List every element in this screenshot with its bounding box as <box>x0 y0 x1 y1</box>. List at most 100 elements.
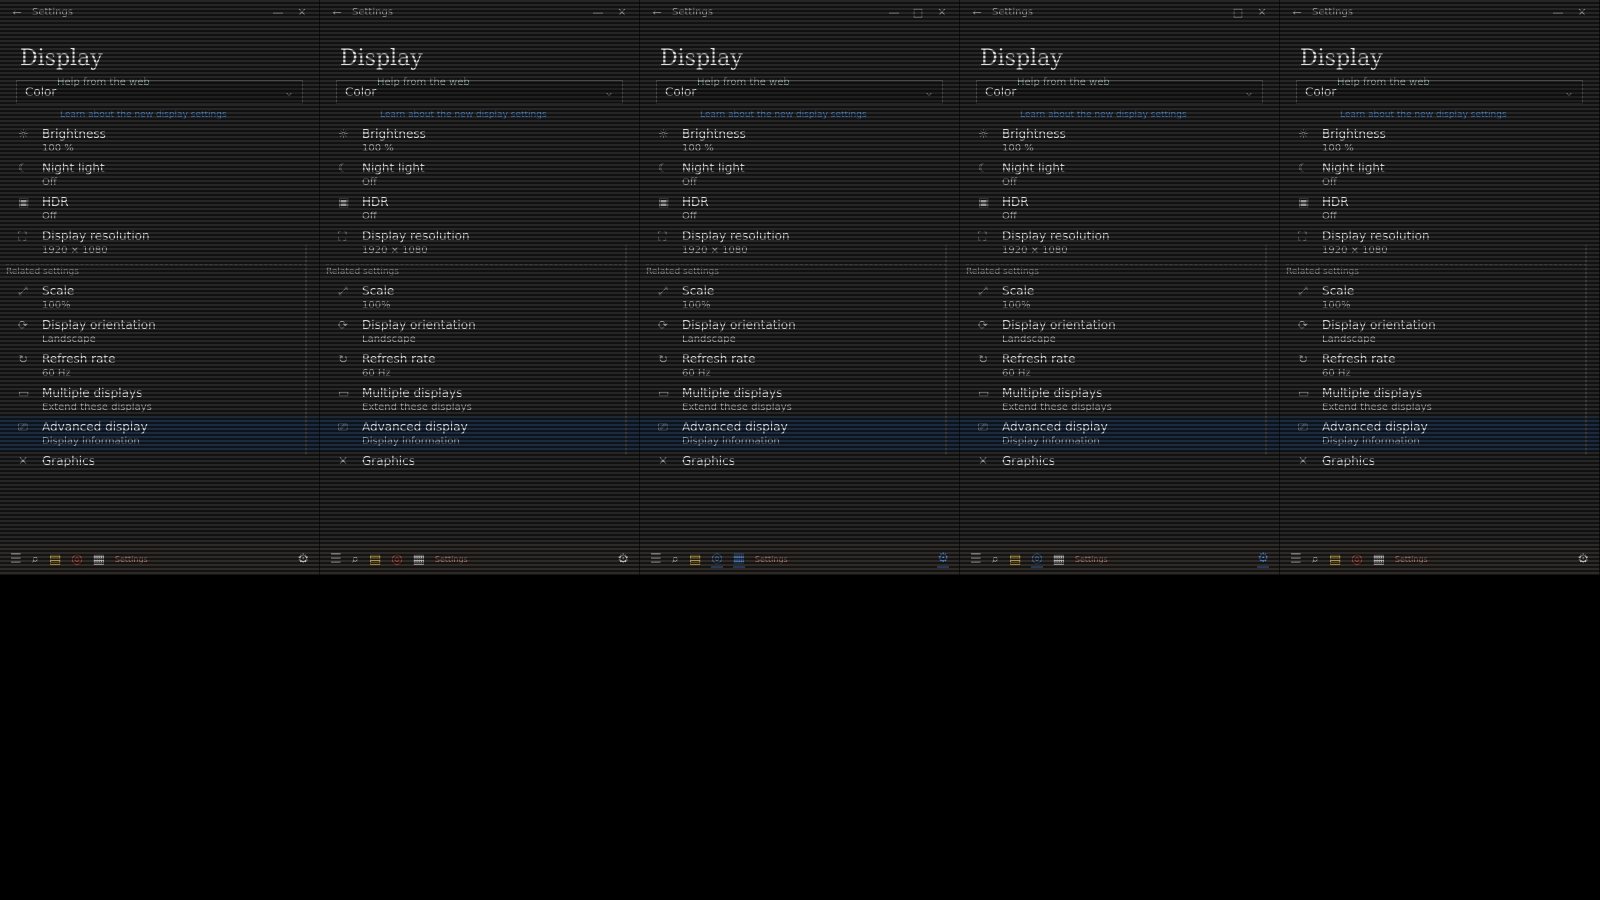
color-select[interactable]: Help from the web Color ⌄ <box>1296 77 1583 104</box>
list-item[interactable]: ⤢ Scale 100% <box>640 281 959 315</box>
close-icon[interactable]: ✕ <box>293 6 311 19</box>
list-item[interactable]: ⎚ Advanced display Display information <box>320 417 639 451</box>
learn-link[interactable]: Learn about the new display settings <box>380 110 621 120</box>
browser-icon[interactable]: ◎ <box>1351 552 1362 567</box>
list-item[interactable]: ⟳ Display orientation Landscape <box>0 315 319 349</box>
list-item[interactable]: ⟳ Display orientation Landscape <box>640 315 959 349</box>
scrollbar[interactable] <box>305 245 307 455</box>
scrollbar[interactable] <box>945 245 947 455</box>
list-item[interactable]: ▣ HDR Off <box>1280 192 1599 226</box>
color-select[interactable]: Help from the web Color ⌄ <box>336 77 623 104</box>
minimize-icon[interactable]: — <box>589 6 607 19</box>
back-icon[interactable]: ← <box>648 6 666 19</box>
browser-icon[interactable]: ◎ <box>711 551 723 568</box>
gear-icon[interactable]: ⚙ <box>297 552 309 567</box>
start-icon[interactable]: ☰ <box>650 552 662 567</box>
list-item[interactable]: ✕ Graphics <box>1280 451 1599 485</box>
color-select[interactable]: Help from the web Color ⌄ <box>16 77 303 104</box>
gear-icon[interactable]: ⚙ <box>937 551 949 568</box>
start-icon[interactable]: ☰ <box>330 552 342 567</box>
list-item[interactable]: ☾ Night light Off <box>320 158 639 192</box>
back-icon[interactable]: ← <box>968 6 986 19</box>
maximize-icon[interactable]: □ <box>1229 6 1247 19</box>
list-item[interactable]: ✕ Graphics <box>320 451 639 485</box>
maximize-icon[interactable]: □ <box>909 6 927 19</box>
store-icon[interactable]: ▦ <box>732 551 745 568</box>
settings-task-label[interactable]: Settings <box>435 555 468 564</box>
list-item[interactable]: ⛶ Display resolution 1920 × 1080 <box>0 226 319 260</box>
back-icon[interactable]: ← <box>328 6 346 19</box>
search-icon[interactable]: ⌕ <box>672 552 679 567</box>
list-item[interactable]: ↻ Refresh rate 60 Hz <box>320 349 639 383</box>
help-hint[interactable]: Help from the web <box>1017 77 1110 88</box>
gear-icon[interactable]: ⚙ <box>1257 551 1269 568</box>
start-icon[interactable]: ☰ <box>1290 552 1302 567</box>
list-item[interactable]: ▭ Multiple displays Extend these displays <box>0 383 319 417</box>
list-item[interactable]: ▭ Multiple displays Extend these displays <box>1280 383 1599 417</box>
back-icon[interactable]: ← <box>1288 6 1306 19</box>
scrollbar[interactable] <box>1265 245 1267 455</box>
list-item[interactable]: ⎚ Advanced display Display information <box>960 417 1279 451</box>
list-item[interactable]: ▣ HDR Off <box>0 192 319 226</box>
list-item[interactable]: ⤢ Scale 100% <box>320 281 639 315</box>
browser-icon[interactable]: ◎ <box>391 552 402 567</box>
list-item[interactable]: ▣ HDR Off <box>320 192 639 226</box>
store-icon[interactable]: ▦ <box>413 552 425 567</box>
scrollbar[interactable] <box>625 245 627 455</box>
list-item[interactable]: ↻ Refresh rate 60 Hz <box>960 349 1279 383</box>
list-item[interactable]: ⟳ Display orientation Landscape <box>320 315 639 349</box>
list-item[interactable]: ▣ HDR Off <box>960 192 1279 226</box>
search-icon[interactable]: ⌕ <box>32 552 39 567</box>
browser-icon[interactable]: ◎ <box>71 552 82 567</box>
list-item[interactable]: ☾ Night light Off <box>0 158 319 192</box>
minimize-icon[interactable]: — <box>269 6 287 19</box>
list-item[interactable]: ✕ Graphics <box>640 451 959 485</box>
help-hint[interactable]: Help from the web <box>57 77 150 88</box>
list-item[interactable]: ⤢ Scale 100% <box>0 281 319 315</box>
list-item[interactable]: ▭ Multiple displays Extend these displays <box>320 383 639 417</box>
close-icon[interactable]: ✕ <box>933 6 951 19</box>
list-item[interactable]: ↻ Refresh rate 60 Hz <box>1280 349 1599 383</box>
scrollbar[interactable] <box>1585 245 1587 455</box>
start-icon[interactable]: ☰ <box>10 552 22 567</box>
list-item[interactable]: ✕ Graphics <box>960 451 1279 485</box>
learn-link[interactable]: Learn about the new display settings <box>60 110 301 120</box>
file-explorer-icon[interactable]: ▤ <box>49 552 61 567</box>
list-item[interactable]: ☼ Brightness 100 % <box>0 124 319 158</box>
list-item[interactable]: ⛶ Display resolution 1920 × 1080 <box>960 226 1279 260</box>
list-item[interactable]: ⎚ Advanced display Display information <box>640 417 959 451</box>
gear-icon[interactable]: ⚙ <box>1577 552 1589 567</box>
close-icon[interactable]: ✕ <box>1253 6 1271 19</box>
settings-task-label[interactable]: Settings <box>755 555 788 564</box>
store-icon[interactable]: ▦ <box>1053 552 1065 567</box>
learn-link[interactable]: Learn about the new display settings <box>700 110 941 120</box>
store-icon[interactable]: ▦ <box>1373 552 1385 567</box>
list-item[interactable]: ☼ Brightness 100 % <box>320 124 639 158</box>
learn-link[interactable]: Learn about the new display settings <box>1020 110 1261 120</box>
close-icon[interactable]: ✕ <box>613 6 631 19</box>
learn-link[interactable]: Learn about the new display settings <box>1340 110 1581 120</box>
file-explorer-icon[interactable]: ▤ <box>689 552 701 567</box>
list-item[interactable]: ☾ Night light Off <box>1280 158 1599 192</box>
back-icon[interactable]: ← <box>8 6 26 19</box>
color-select[interactable]: Help from the web Color ⌄ <box>976 77 1263 104</box>
close-icon[interactable]: ✕ <box>1573 6 1591 19</box>
file-explorer-icon[interactable]: ▤ <box>1329 552 1341 567</box>
list-item[interactable]: ↻ Refresh rate 60 Hz <box>0 349 319 383</box>
list-item[interactable]: ☼ Brightness 100 % <box>960 124 1279 158</box>
list-item[interactable]: ☼ Brightness 100 % <box>1280 124 1599 158</box>
search-icon[interactable]: ⌕ <box>992 552 999 567</box>
color-select[interactable]: Help from the web Color ⌄ <box>656 77 943 104</box>
list-item[interactable]: ▣ HDR Off <box>640 192 959 226</box>
browser-icon[interactable]: ◎ <box>1031 551 1043 568</box>
list-item[interactable]: ⎚ Advanced display Display information <box>1280 417 1599 451</box>
list-item[interactable]: ⟳ Display orientation Landscape <box>960 315 1279 349</box>
settings-task-label[interactable]: Settings <box>1395 555 1428 564</box>
list-item[interactable]: ✕ Graphics <box>0 451 319 485</box>
settings-task-label[interactable]: Settings <box>1075 555 1108 564</box>
settings-task-label[interactable]: Settings <box>115 555 148 564</box>
minimize-icon[interactable]: — <box>1549 6 1567 19</box>
list-item[interactable]: ⤢ Scale 100% <box>1280 281 1599 315</box>
start-icon[interactable]: ☰ <box>970 552 982 567</box>
help-hint[interactable]: Help from the web <box>1337 77 1430 88</box>
